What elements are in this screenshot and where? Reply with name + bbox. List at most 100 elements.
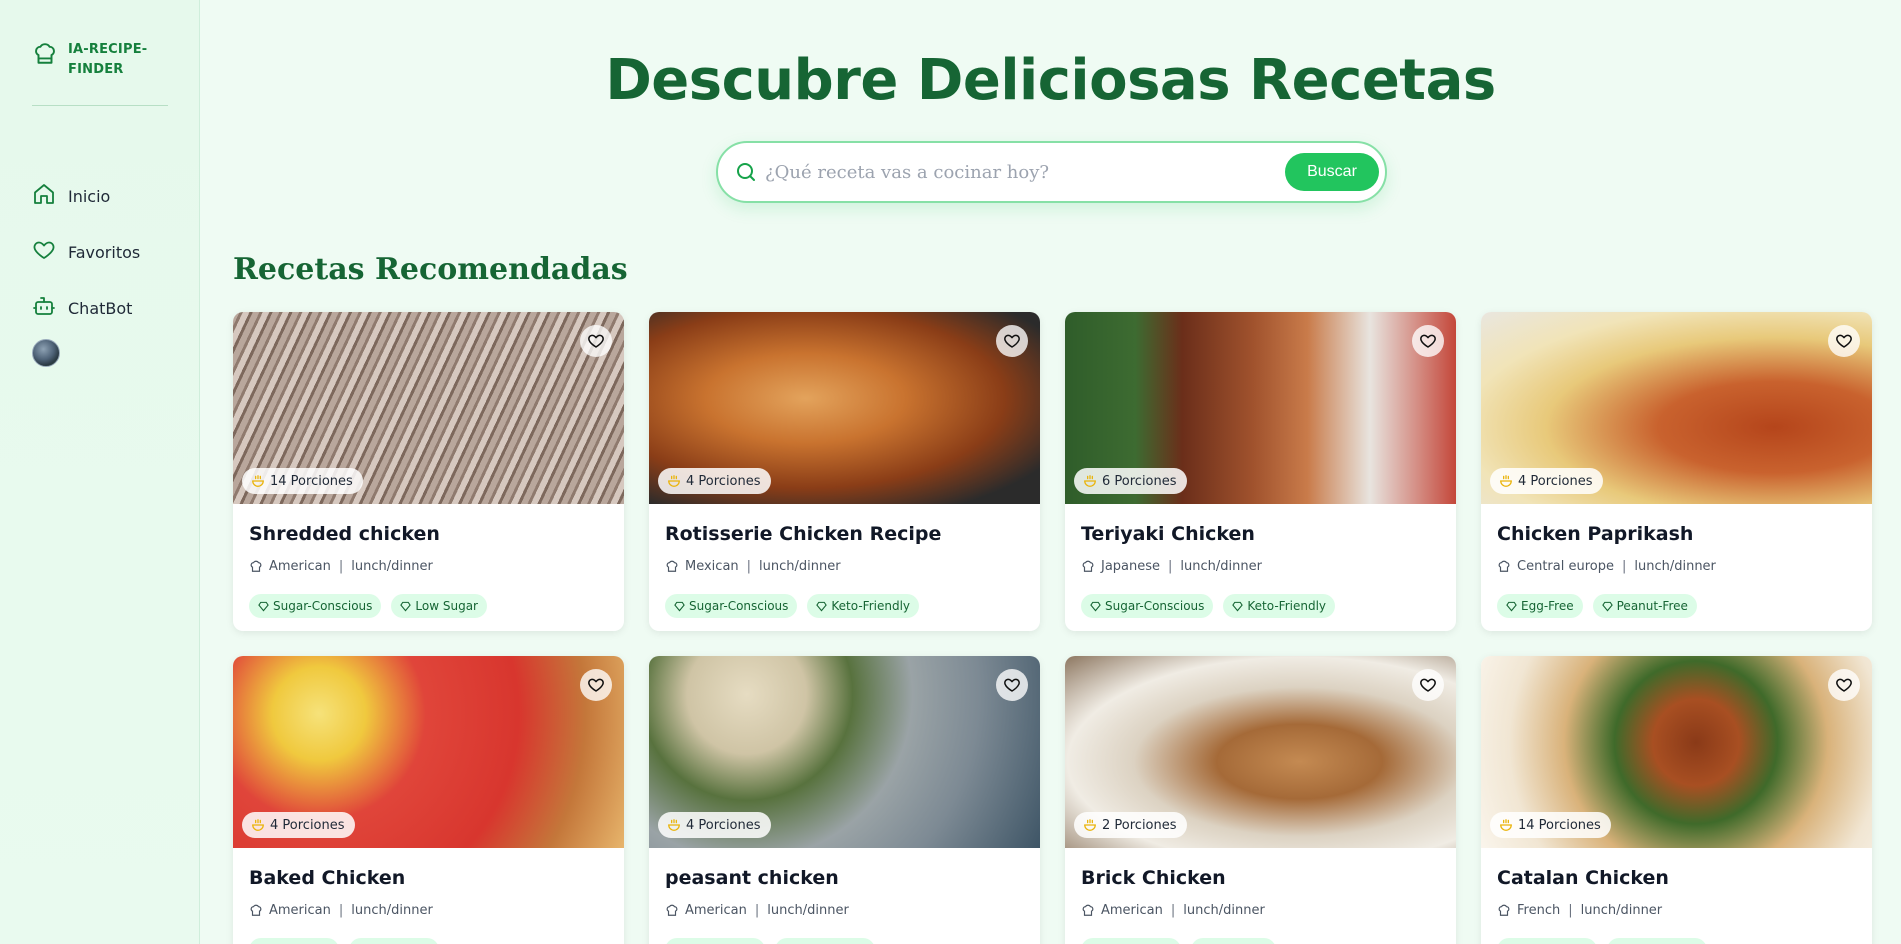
diet-tag: Sugar-Conscious <box>249 594 382 618</box>
search-button[interactable]: Buscar <box>1285 153 1379 191</box>
sidebar: IA-RECIPE- FINDER Inicio Favoritos ChatB… <box>0 0 200 944</box>
recipe-meta: Mexican | lunch/dinner <box>665 557 1024 575</box>
bowl-icon <box>252 819 264 831</box>
servings-badge: 2 Porciones <box>1074 812 1187 838</box>
recipe-meta: American | lunch/dinner <box>1081 901 1440 919</box>
chef-hat-icon <box>1082 904 1094 916</box>
sidebar-item-label: Inicio <box>68 186 111 206</box>
diet-tag <box>775 938 875 944</box>
bowl-icon <box>1500 819 1512 831</box>
recipe-meta: American | lunch/dinner <box>249 901 608 919</box>
search-icon <box>734 160 758 189</box>
heart-icon <box>1420 678 1436 692</box>
diet-tag: Keto-Friendly <box>1223 594 1335 618</box>
recipe-cuisine: Japanese <box>1101 558 1161 574</box>
favorite-button[interactable] <box>1412 669 1444 701</box>
favorite-button[interactable] <box>1828 669 1860 701</box>
diet-tag: Sugar-Conscious <box>665 594 798 618</box>
recipe-card[interactable]: 2 Porciones Brick Chicken American | lun… <box>1065 656 1456 944</box>
recipe-card[interactable]: 4 Porciones Chicken Paprikash Central eu… <box>1481 312 1872 631</box>
bowl-icon <box>1084 475 1096 487</box>
sidebar-item-favoritos[interactable]: Favoritos <box>32 224 182 280</box>
diet-tag: Low Sugar <box>391 594 487 618</box>
recipe-title: peasant chicken <box>665 867 839 889</box>
recipe-cuisine: American <box>269 902 331 918</box>
search-input[interactable] <box>765 157 1285 187</box>
recipe-card[interactable]: 4 Porciones Rotisserie Chicken Recipe Me… <box>649 312 1040 631</box>
avatar[interactable] <box>32 339 60 367</box>
diet-tag <box>1607 938 1707 944</box>
recipe-meta: Japanese | lunch/dinner <box>1081 557 1440 575</box>
recipe-image: 2 Porciones <box>1065 656 1456 848</box>
recipe-title: Rotisserie Chicken Recipe <box>665 523 942 545</box>
recipe-image: 4 Porciones <box>649 312 1040 504</box>
gem-icon <box>1090 601 1101 611</box>
brand-logo[interactable]: IA-RECIPE- FINDER <box>32 40 172 80</box>
chef-hat-icon <box>1082 560 1094 572</box>
recipe-meta: Central europe | lunch/dinner <box>1497 557 1856 575</box>
recipe-image: 4 Porciones <box>233 656 624 848</box>
diet-tag <box>1191 938 1276 944</box>
recipe-cuisine: American <box>269 558 331 574</box>
recipe-meta: American | lunch/dinner <box>249 557 608 575</box>
heart-icon <box>588 334 604 348</box>
recipe-card[interactable]: 6 Porciones Teriyaki Chicken Japanese | … <box>1065 312 1456 631</box>
favorite-button[interactable] <box>580 669 612 701</box>
recipe-title: Chicken Paprikash <box>1497 523 1694 545</box>
recipe-meal: lunch/dinner <box>1580 902 1663 918</box>
chef-hat-icon <box>1498 904 1510 916</box>
favorite-button[interactable] <box>580 325 612 357</box>
chef-hat-icon <box>250 904 262 916</box>
servings-badge: 14 Porciones <box>1490 812 1611 838</box>
sidebar-item-chatbot[interactable]: ChatBot <box>32 280 182 336</box>
recipe-image: 14 Porciones <box>1481 656 1872 848</box>
diet-tag <box>665 938 765 944</box>
recipe-image: 4 Porciones <box>649 656 1040 848</box>
recipe-title: Shredded chicken <box>249 523 440 545</box>
gem-icon <box>1232 601 1244 611</box>
diet-tag <box>249 938 339 944</box>
recipe-card[interactable]: 14 Porciones Shredded chicken American |… <box>233 312 624 631</box>
search-bar: Buscar <box>716 141 1387 203</box>
servings-badge: 6 Porciones <box>1074 468 1187 494</box>
recipe-image: 6 Porciones <box>1065 312 1456 504</box>
diet-tag: Sugar-Conscious <box>1081 594 1214 618</box>
servings-badge: 4 Porciones <box>658 812 771 838</box>
section-title: Recetas Recomendadas <box>233 252 628 287</box>
favorite-button[interactable] <box>1828 325 1860 357</box>
heart-icon <box>1836 678 1852 692</box>
favorite-button[interactable] <box>1412 325 1444 357</box>
favorite-button[interactable] <box>996 669 1028 701</box>
recipe-meal: lunch/dinner <box>767 902 849 918</box>
recipe-image: 14 Porciones <box>233 312 624 504</box>
heart-icon <box>1836 334 1852 348</box>
recipe-card[interactable]: 14 Porciones Catalan Chicken French | lu… <box>1481 656 1872 944</box>
gem-icon <box>816 601 828 611</box>
diet-tag: Keto-Friendly <box>807 594 919 618</box>
brand-divider <box>32 105 168 106</box>
recipe-cuisine: American <box>685 902 747 918</box>
gem-icon <box>1601 601 1613 611</box>
gem-icon <box>400 601 412 611</box>
recipe-title: Brick Chicken <box>1081 867 1226 889</box>
heart-icon <box>32 238 56 266</box>
diet-tag: Egg-Free <box>1497 594 1583 618</box>
recipe-meta: French | lunch/dinner <box>1497 901 1856 919</box>
recipe-card[interactable]: 4 Porciones peasant chicken American | l… <box>649 656 1040 944</box>
gem-icon <box>258 601 269 611</box>
brand-name: IA-RECIPE- FINDER <box>68 42 148 77</box>
diet-tag <box>1497 938 1597 944</box>
bowl-icon <box>1084 819 1096 831</box>
sidebar-item-label: Favoritos <box>68 242 141 262</box>
chef-hat-icon <box>32 40 58 71</box>
bowl-icon <box>252 475 264 487</box>
recipe-title: Baked Chicken <box>249 867 406 889</box>
recipe-grid: 14 Porciones Shredded chicken American |… <box>233 312 1872 944</box>
recipe-title: Teriyaki Chicken <box>1081 523 1255 545</box>
sidebar-item-inicio[interactable]: Inicio <box>32 168 182 224</box>
recipe-card[interactable]: 4 Porciones Baked Chicken American | lun… <box>233 656 624 944</box>
recipe-meal: lunch/dinner <box>759 558 841 574</box>
favorite-button[interactable] <box>996 325 1028 357</box>
servings-badge: 14 Porciones <box>242 468 363 494</box>
recipe-image: 4 Porciones <box>1481 312 1872 504</box>
